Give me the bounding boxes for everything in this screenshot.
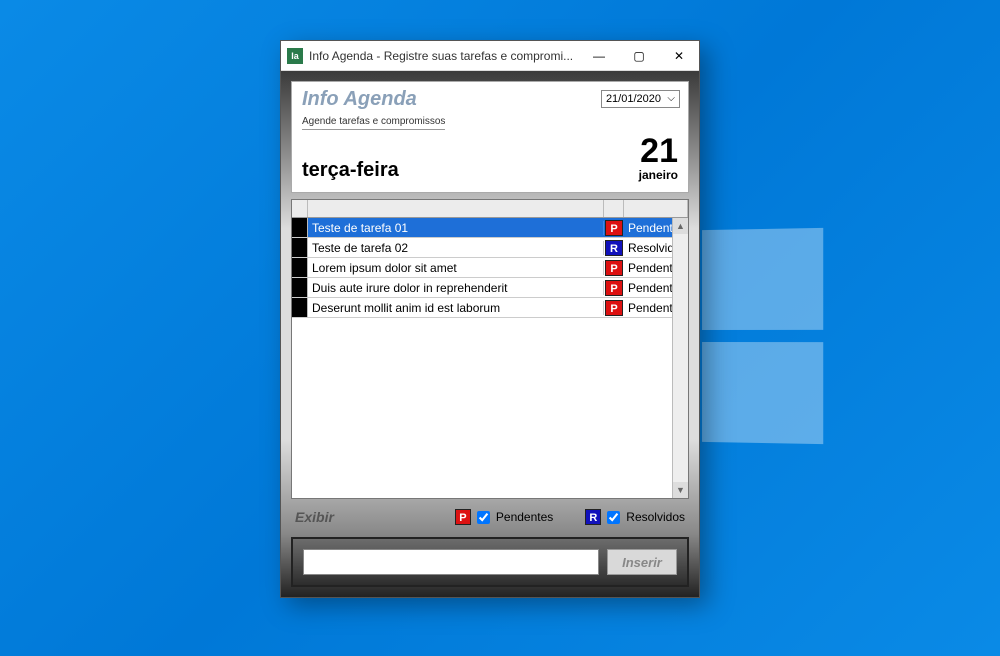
- row-handle: [292, 238, 308, 257]
- pending-filter-label: Pendentes: [496, 510, 553, 524]
- table-row[interactable]: Teste de tarefa 02RResolvido: [292, 238, 688, 258]
- pending-checkbox[interactable]: [477, 511, 490, 524]
- row-handle: [292, 278, 308, 297]
- scroll-down-icon[interactable]: ▼: [673, 482, 688, 498]
- pending-badge-icon: P: [455, 509, 471, 525]
- month-label: janeiro: [639, 168, 678, 182]
- task-text: Lorem ipsum dolor sit amet: [308, 261, 604, 275]
- status-badge-icon: R: [605, 240, 623, 256]
- resolved-checkbox[interactable]: [607, 511, 620, 524]
- date-display: 21 janeiro: [639, 134, 678, 182]
- new-task-input[interactable]: [303, 549, 599, 575]
- resolved-filter-label: Resolvidos: [626, 510, 685, 524]
- app-window: Ia Info Agenda - Registre suas tarefas e…: [280, 40, 700, 598]
- scroll-up-icon[interactable]: ▲: [673, 218, 688, 234]
- table-row[interactable]: Deserunt mollit anim id est laborumPPend…: [292, 298, 688, 318]
- row-handle: [292, 258, 308, 277]
- maximize-button[interactable]: ▢: [619, 41, 659, 71]
- weekday-label: terça-feira: [302, 159, 399, 182]
- day-number: 21: [639, 134, 678, 168]
- row-handle: [292, 298, 308, 317]
- task-text: Teste de tarefa 02: [308, 241, 604, 255]
- task-text: Deserunt mollit anim id est laborum: [308, 301, 604, 315]
- close-button[interactable]: ✕: [659, 41, 699, 71]
- filter-label: Exibir: [295, 509, 334, 525]
- task-text: Teste de tarefa 01: [308, 221, 604, 235]
- window-body: Info Agenda Agende tarefas e compromisso…: [281, 71, 699, 597]
- status-badge-icon: P: [605, 260, 623, 276]
- window-title: Info Agenda - Registre suas tarefas e co…: [309, 49, 579, 63]
- task-text: Duis aute irure dolor in reprehenderit: [308, 281, 604, 295]
- app-subtitle: Agende tarefas e compromissos: [302, 116, 445, 130]
- date-picker[interactable]: 21/01/2020: [601, 90, 680, 108]
- header-card: Info Agenda Agende tarefas e compromisso…: [291, 81, 689, 193]
- input-bar: Inserir: [291, 537, 689, 587]
- grid-header: [292, 200, 688, 218]
- scrollbar[interactable]: ▲ ▼: [672, 218, 688, 498]
- insert-button[interactable]: Inserir: [607, 549, 677, 575]
- filter-bar: Exibir P Pendentes R Resolvidos: [291, 507, 689, 527]
- table-row[interactable]: Duis aute irure dolor in reprehenderitPP…: [292, 278, 688, 298]
- status-badge-icon: P: [605, 280, 623, 296]
- status-badge-icon: P: [605, 220, 623, 236]
- app-icon: Ia: [287, 48, 303, 64]
- minimize-button[interactable]: —: [579, 41, 619, 71]
- status-badge-icon: P: [605, 300, 623, 316]
- titlebar[interactable]: Ia Info Agenda - Registre suas tarefas e…: [281, 41, 699, 71]
- resolved-badge-icon: R: [585, 509, 601, 525]
- table-row[interactable]: Lorem ipsum dolor sit ametPPendente: [292, 258, 688, 278]
- table-row[interactable]: Teste de tarefa 01PPendente: [292, 218, 688, 238]
- task-grid: Teste de tarefa 01PPendenteTeste de tare…: [291, 199, 689, 499]
- row-handle: [292, 218, 308, 237]
